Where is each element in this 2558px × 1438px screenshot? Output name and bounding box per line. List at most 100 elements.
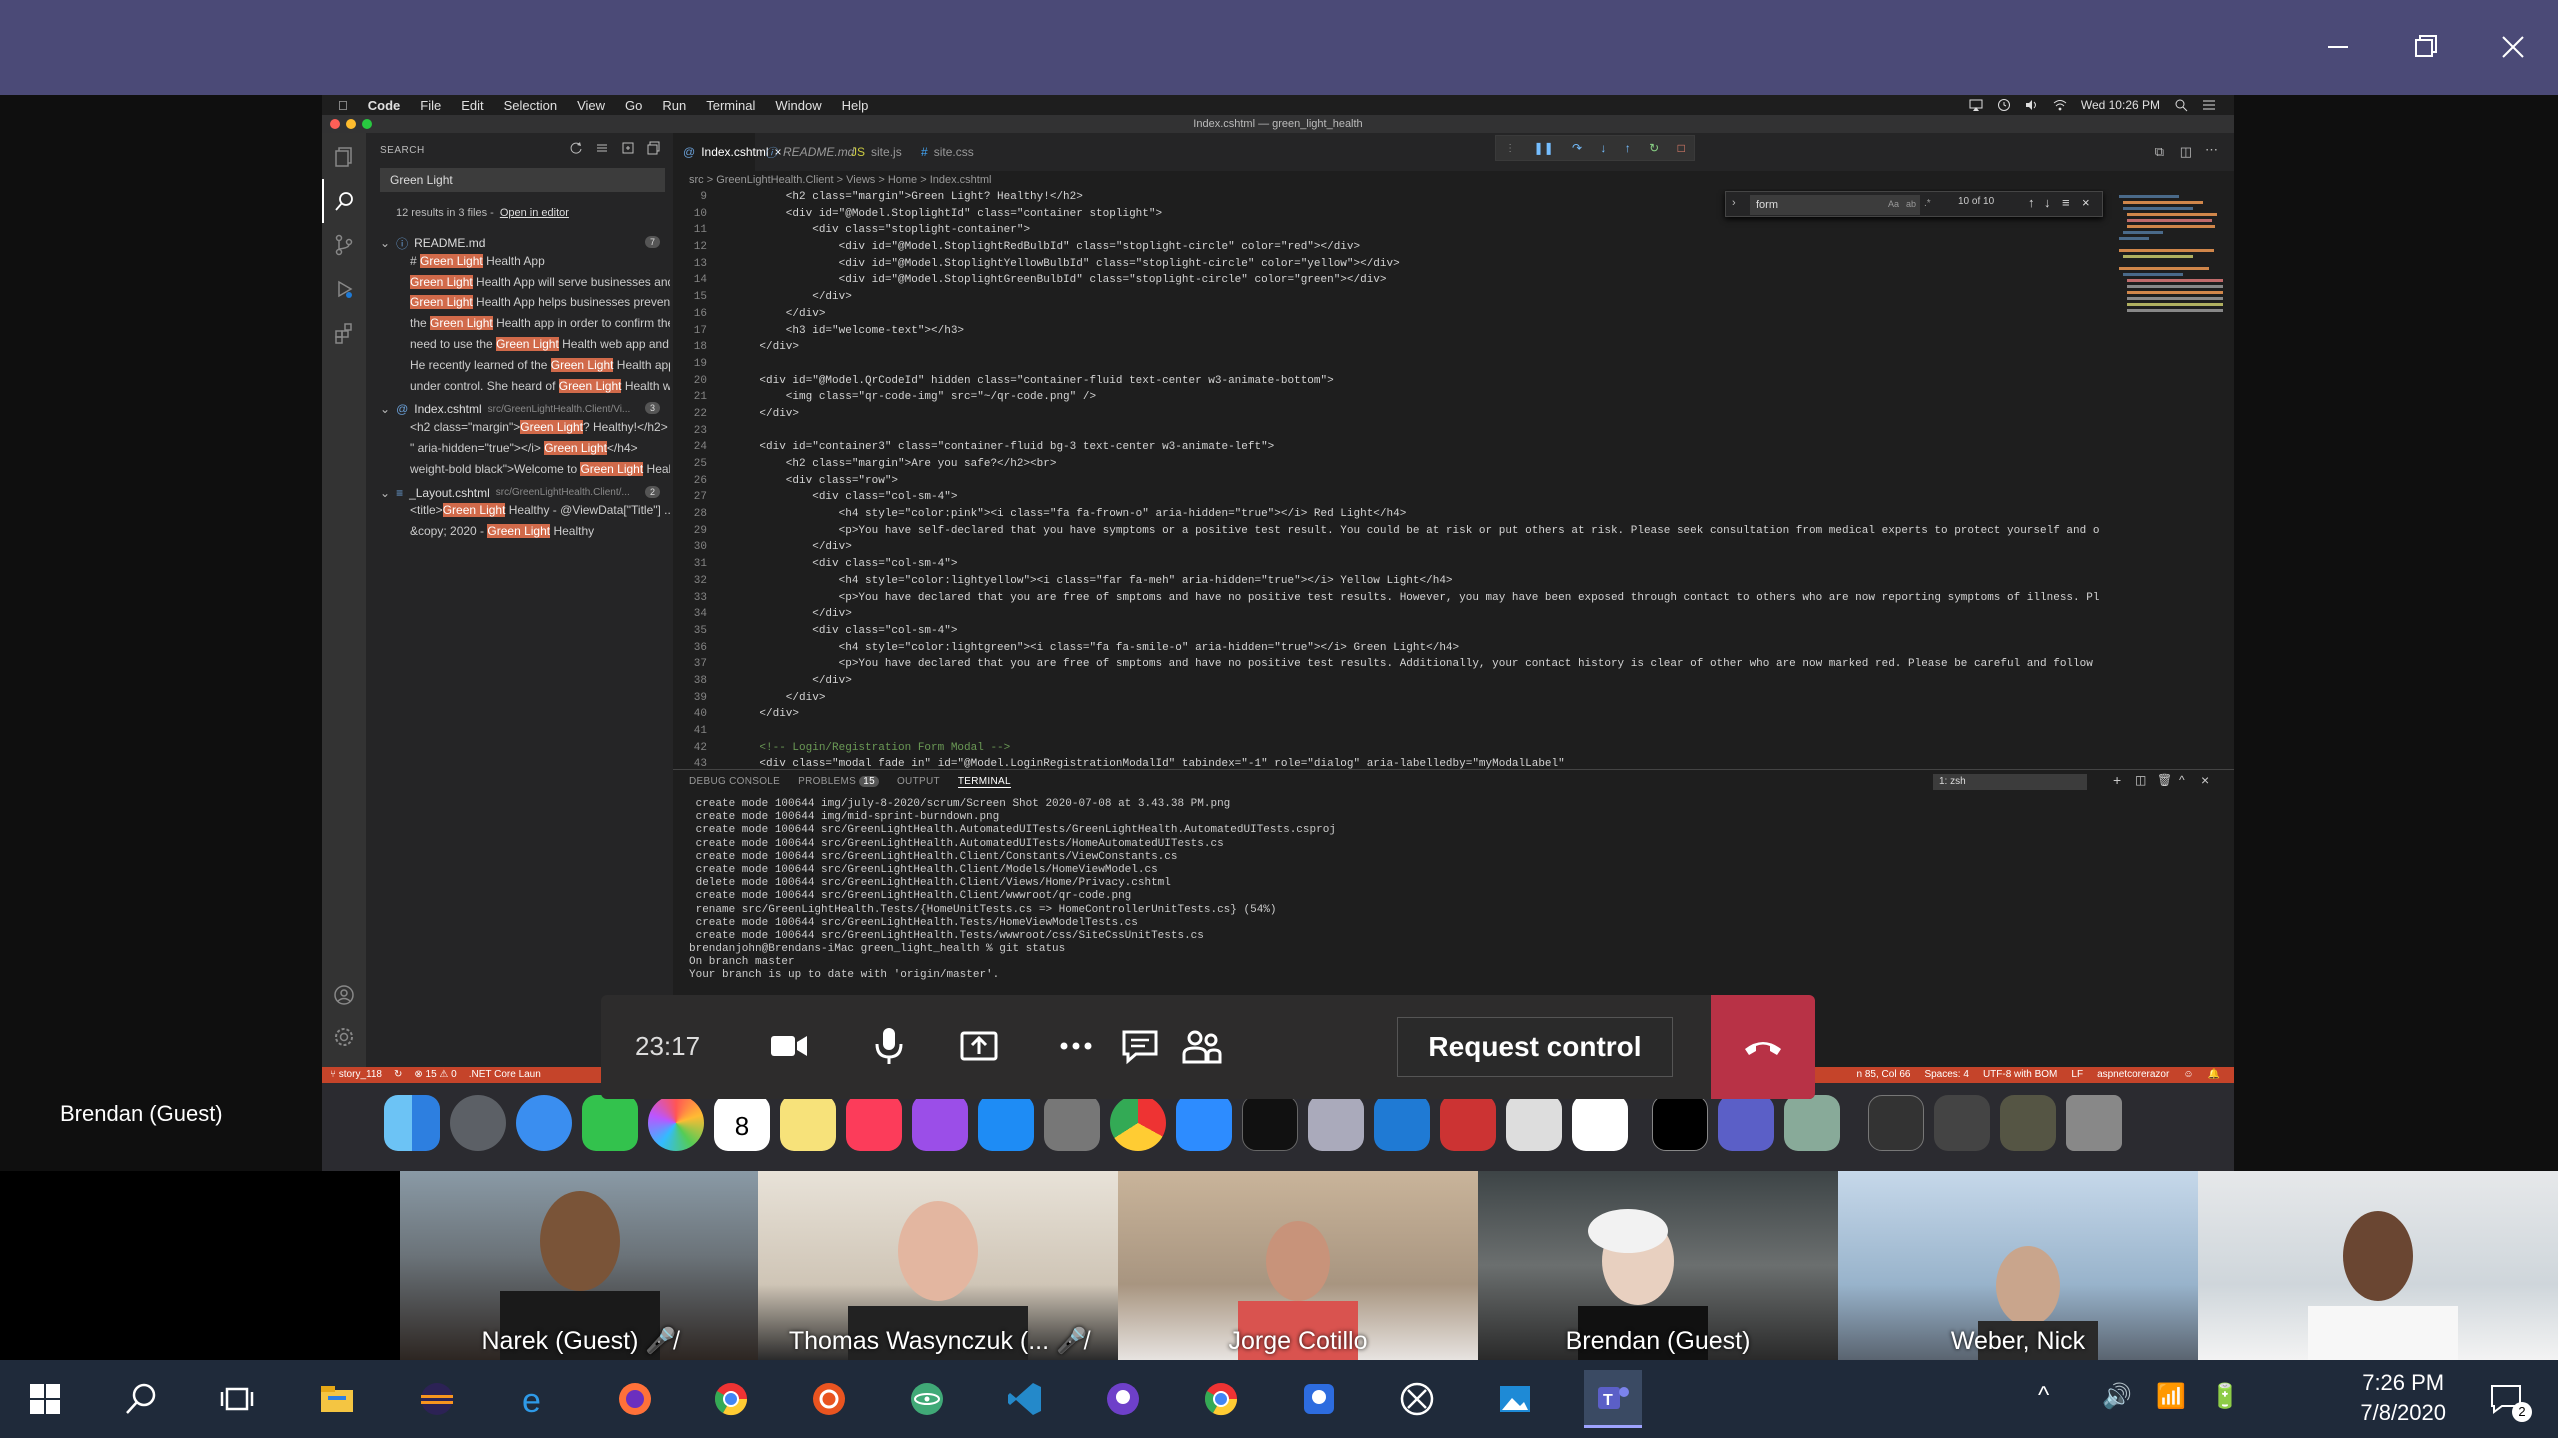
vscode-app-icon[interactable] <box>1374 1095 1430 1151</box>
language-mode[interactable]: aspnetcorerazor <box>2097 1067 2169 1083</box>
messages-icon[interactable] <box>516 1095 572 1151</box>
search-result-line[interactable]: # Green Light Health App <box>410 253 670 274</box>
more-actions-button[interactable] <box>1043 1013 1109 1079</box>
code-line[interactable]: </div> <box>733 539 2113 556</box>
new-terminal-icon[interactable]: + <box>2113 772 2121 788</box>
code-line[interactable]: </div> <box>733 339 2113 356</box>
code-line[interactable]: </div> <box>733 706 2113 723</box>
tab-output[interactable]: OUTPUT <box>897 776 940 788</box>
eclipse-icon[interactable] <box>408 1370 466 1428</box>
search-result-line[interactable]: need to use the Green Light Health web a… <box>410 337 670 357</box>
menu-selection[interactable]: Selection <box>504 98 557 113</box>
task-view-button[interactable] <box>208 1370 266 1428</box>
stop-icon[interactable]: □ <box>1678 141 1685 155</box>
screenshots-stack-icon[interactable] <box>2000 1095 2056 1151</box>
start-button[interactable] <box>16 1370 74 1428</box>
code-line[interactable] <box>733 423 2113 440</box>
traffic-close-icon[interactable] <box>330 119 340 129</box>
notes-icon[interactable] <box>780 1095 836 1151</box>
code-line[interactable]: <p>You have self-declared that you have … <box>733 523 2113 540</box>
search-result-line[interactable]: " aria-hidden="true"></i> Green Light</h… <box>410 441 670 461</box>
trash-bin-icon[interactable] <box>2066 1095 2122 1151</box>
menu-file[interactable]: File <box>420 98 441 113</box>
more-actions-icon[interactable]: ⋯ <box>2205 142 2218 158</box>
search-button[interactable] <box>112 1370 170 1428</box>
menu-run[interactable]: Run <box>662 98 686 113</box>
feedback-icon[interactable]: ☺ <box>2183 1067 2193 1083</box>
code-line[interactable]: <div class="col-sm-4"> <box>733 556 2113 573</box>
code-line[interactable]: <div class="col-sm-4"> <box>733 489 2113 506</box>
tab-problems[interactable]: PROBLEMS 15 <box>798 776 879 788</box>
edge-icon[interactable]: e <box>506 1370 564 1428</box>
code-line[interactable]: <div id="@Model.StoplightGreenBulbId" cl… <box>733 272 2113 289</box>
mac-clock[interactable]: Wed 10:26 PM <box>2081 98 2160 112</box>
notifications-icon[interactable]: 🔔 <box>2208 1067 2220 1083</box>
open-changes-icon[interactable]: ⧉ <box>2155 144 2164 160</box>
collapse-all-icon[interactable] <box>647 141 661 155</box>
code-line[interactable]: <p>You have declared that you are free o… <box>733 590 2113 607</box>
search-input[interactable]: Green Light <box>380 168 665 192</box>
code-line[interactable]: </div> <box>733 306 2113 323</box>
calendar-icon[interactable]: 8 <box>714 1095 770 1151</box>
next-match-icon[interactable]: ↓ <box>2044 195 2051 210</box>
menu-edit[interactable]: Edit <box>461 98 483 113</box>
explorer-button[interactable] <box>322 135 366 179</box>
find-in-selection-icon[interactable]: ≡ <box>2062 195 2070 210</box>
code-line[interactable]: <!-- Login/Registration Form Modal --> <box>733 740 2113 757</box>
file-explorer-icon[interactable] <box>308 1370 366 1428</box>
refresh-icon[interactable] <box>569 141 583 155</box>
search-result-line[interactable]: &copy; 2020 - Green Light Healthy <box>410 524 670 544</box>
code-line[interactable]: <div class="col-sm-4"> <box>733 623 2113 640</box>
preview-icon[interactable] <box>1784 1095 1840 1151</box>
code-line[interactable]: <p>You have declared that you are free o… <box>733 656 2113 673</box>
microphone-button[interactable] <box>856 1013 922 1079</box>
chevron-up-icon[interactable]: ^ <box>2038 1382 2049 1410</box>
photos-icon[interactable] <box>1486 1370 1544 1428</box>
split-terminal-icon[interactable]: ◫ <box>2135 773 2146 787</box>
share-screen-button[interactable] <box>946 1013 1012 1079</box>
clear-results-icon[interactable] <box>595 141 609 155</box>
terminal-output[interactable]: create mode 100644 img/july-8-2020/scrum… <box>689 798 2189 983</box>
code-line[interactable]: <div class="modal fade in" id="@Model.Lo… <box>733 756 2113 769</box>
step-out-icon[interactable]: ↑ <box>1625 141 1631 155</box>
code-line[interactable]: <div id="@Model.QrCodeId" hidden class="… <box>733 373 2113 390</box>
ubuntu-icon[interactable] <box>800 1370 858 1428</box>
tab-index-cshtml[interactable]: @ Index.cshtml × <box>673 133 782 171</box>
code-line[interactable]: <h4 style="color:pink"><i class="fa fa-f… <box>733 506 2113 523</box>
app-store-icon[interactable] <box>978 1095 1034 1151</box>
code-line[interactable]: </div> <box>733 606 2113 623</box>
code-line[interactable]: <h4 style="color:lightgreen"><i class="f… <box>733 640 2113 657</box>
open-in-editor-link[interactable]: Open in editor <box>500 207 569 219</box>
run-debug-button[interactable] <box>322 267 366 311</box>
extensions-button[interactable] <box>322 311 366 355</box>
chat-button[interactable] <box>1107 1013 1173 1079</box>
system-preferences-icon[interactable] <box>1044 1095 1100 1151</box>
participants-button[interactable] <box>1169 1013 1235 1079</box>
code-line[interactable]: <div id="@Model.StoplightRedBulbId" clas… <box>733 239 2113 256</box>
previous-match-icon[interactable]: ↑ <box>2028 195 2035 210</box>
action-center-button[interactable]: 2 <box>2488 1380 2532 1422</box>
minimized-window-thumb[interactable] <box>1868 1095 1924 1151</box>
participant-tile[interactable] <box>2198 1171 2558 1360</box>
problems-status[interactable]: ⊗ 15 ⚠ 0 <box>414 1067 456 1083</box>
code-line[interactable]: </div> <box>733 690 2113 707</box>
new-search-editor-icon[interactable] <box>621 141 635 155</box>
traffic-minimize-icon[interactable] <box>346 119 356 129</box>
search-view-button[interactable] <box>322 179 366 223</box>
terminal-select[interactable]: 1: zsh <box>1933 774 2087 790</box>
menu-go[interactable]: Go <box>625 98 642 113</box>
control-center-icon[interactable] <box>2202 98 2216 112</box>
apple-icon[interactable]:  <box>338 98 348 113</box>
volume-icon[interactable] <box>2025 98 2039 112</box>
participant-tile[interactable]: Thomas Wasynczuk (... 🎤̸ <box>758 1171 1118 1360</box>
code-line[interactable] <box>733 723 2113 740</box>
search-result-line[interactable]: Green Light Health App helps businesses … <box>410 295 670 315</box>
traffic-zoom-icon[interactable] <box>362 119 372 129</box>
teams-taskbar-icon[interactable]: T <box>1584 1370 1642 1428</box>
photo-booth-icon[interactable] <box>1440 1095 1496 1151</box>
search-result-line[interactable]: the Green Light Health app in order to c… <box>410 316 670 336</box>
code-line[interactable]: <div id="@Model.StoplightYellowBulbId" c… <box>733 256 2113 273</box>
code-line[interactable]: <div class="stoplight-container"> <box>733 222 2113 239</box>
cursor-position[interactable]: n 85, Col 66 <box>1857 1067 1911 1083</box>
participant-tile[interactable]: Narek (Guest) 🎤̸ <box>400 1171 758 1360</box>
